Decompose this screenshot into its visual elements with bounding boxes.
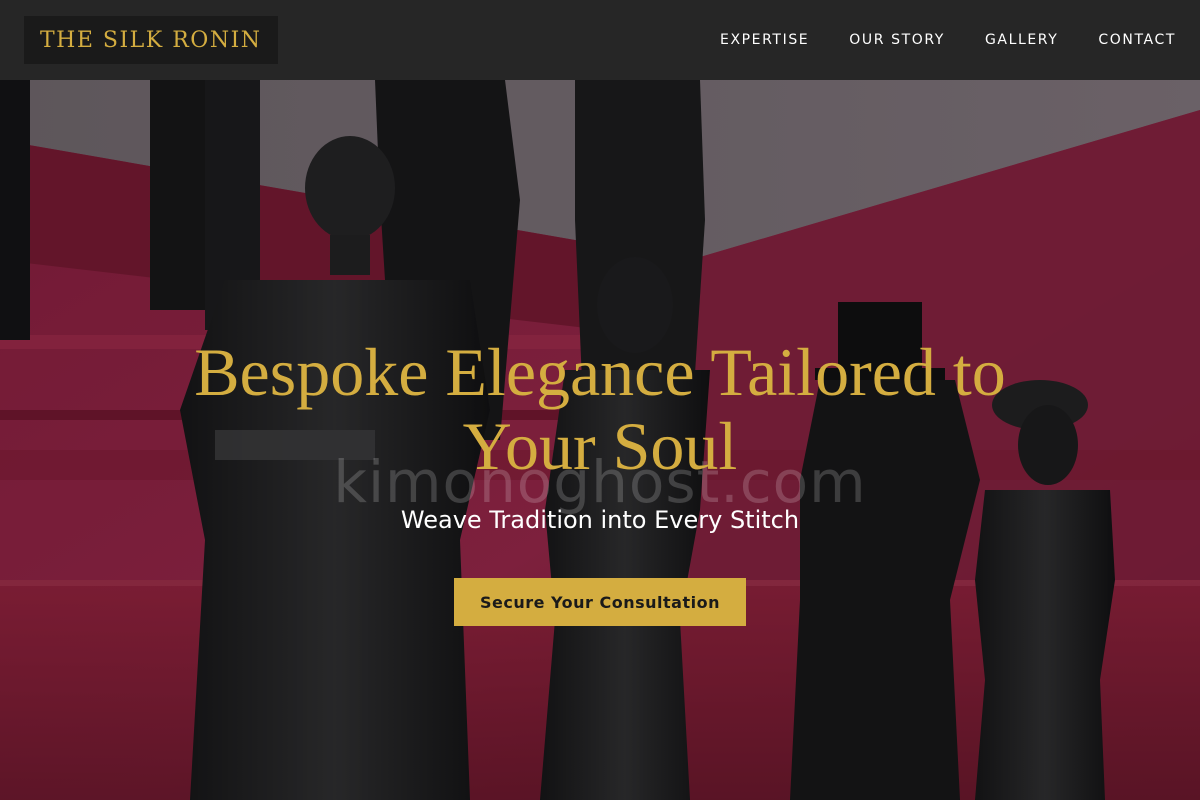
hero-title: Bespoke Elegance Tailored to Your Soul [194,334,1006,484]
nav-link-our-story[interactable]: OUR STORY [849,32,945,48]
nav-item-gallery: GALLERY [985,31,1058,49]
logo[interactable]: THE SILK RONIN [24,16,278,64]
main-nav: EXPERTISE OUR STORY GALLERY CONTACT [720,31,1176,49]
site-header: THE SILK RONIN EXPERTISE OUR STORY GALLE… [0,0,1200,80]
hero-section: kimonoghost.com Bespoke Elegance Tailore… [0,80,1200,800]
nav-item-our-story: OUR STORY [849,31,945,49]
hero-subtitle: Weave Tradition into Every Stitch [400,506,800,534]
nav-link-expertise[interactable]: EXPERTISE [720,32,809,48]
nav-link-gallery[interactable]: GALLERY [985,32,1058,48]
nav-item-contact: CONTACT [1098,31,1176,49]
hero-content: Bespoke Elegance Tailored to Your Soul W… [0,335,1200,626]
nav-item-expertise: EXPERTISE [720,31,809,49]
consultation-button[interactable]: Secure Your Consultation [454,578,746,626]
page: THE SILK RONIN EXPERTISE OUR STORY GALLE… [0,0,1200,800]
nav-link-contact[interactable]: CONTACT [1098,32,1176,48]
